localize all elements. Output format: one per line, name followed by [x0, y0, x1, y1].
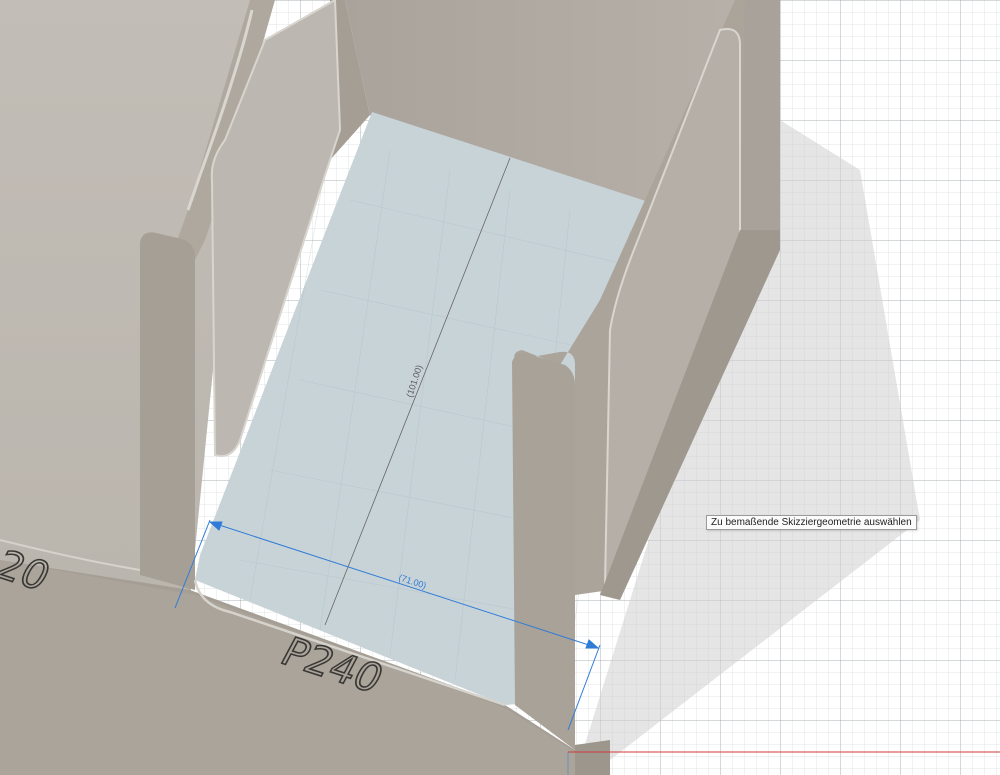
middle-pillar: [512, 353, 575, 750]
left-pillar: [140, 232, 195, 590]
front-base-corner: [575, 740, 610, 775]
canvas-viewport[interactable]: (101.00) (71.00) P240 20 Zu bemaßende Sk…: [0, 0, 1000, 775]
tooltip: Zu bemaßende Skizziergeometrie auswählen: [706, 515, 917, 530]
model-scene[interactable]: (101.00) (71.00) P240 20: [0, 0, 1000, 775]
